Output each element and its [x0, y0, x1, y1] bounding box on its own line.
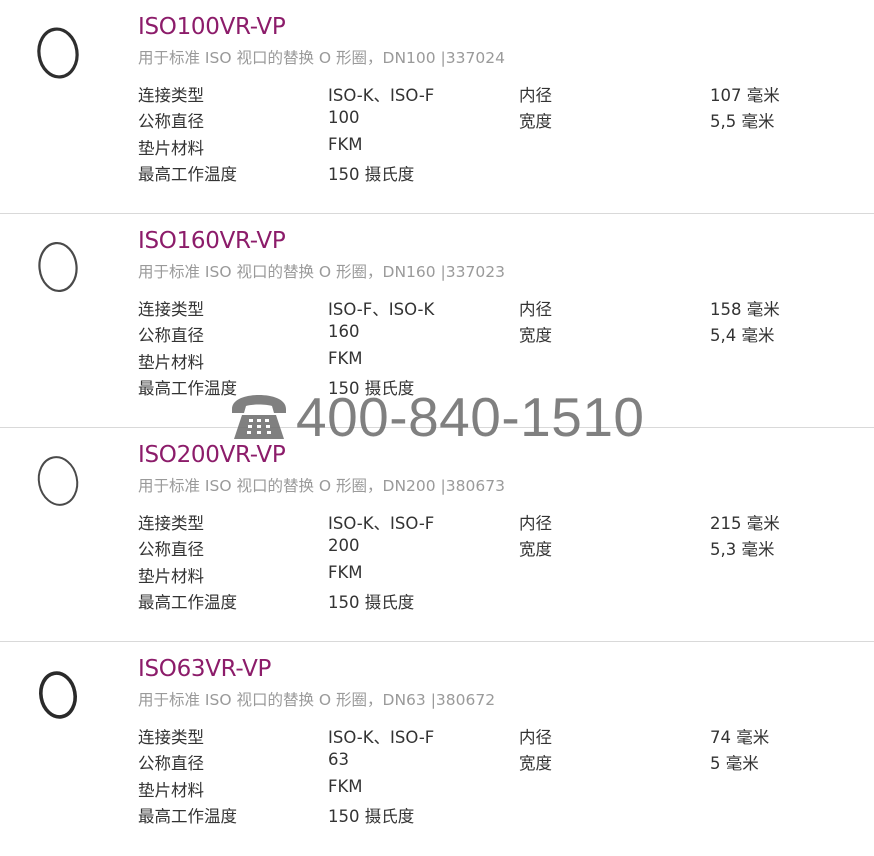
spec-row: 垫片材料 FKM [138, 563, 838, 589]
spec-row: 公称直径 63 宽度 5 毫米 [138, 750, 838, 776]
spec-table: 连接类型 ISO-K、ISO-F 内径 215 毫米 公称直径 200 宽度 5… [138, 510, 838, 615]
spec-value: 150 摄氏度 [328, 806, 415, 826]
spec-value: 74 毫米 [710, 728, 770, 747]
spec-row: 公称直径 200 宽度 5,3 毫米 [138, 536, 838, 562]
spec-row: 最高工作温度 150 摄氏度 [138, 589, 838, 615]
spec-row: 连接类型 ISO-K、ISO-F 内径 215 毫米 [138, 510, 838, 536]
spec-value: 150 摄氏度 [328, 592, 415, 612]
spec-value: 200 [328, 536, 360, 556]
spec-value: FKM [328, 134, 363, 154]
product-title-link[interactable]: ISO63VR-VP [138, 656, 271, 682]
spec-label: 最高工作温度 [138, 378, 237, 398]
spec-label: 内径 [519, 86, 552, 105]
product-item: ISO100VR-VP 用于标准 ISO 视口的替换 O 形圈，DN100 |3… [0, 0, 874, 214]
spec-label: 宽度 [519, 326, 552, 346]
spec-row: 最高工作温度 150 摄氏度 [138, 375, 838, 401]
product-title-link[interactable]: ISO200VR-VP [138, 442, 286, 468]
spec-label: 垫片材料 [138, 566, 204, 586]
product-title-link[interactable]: ISO100VR-VP [138, 14, 286, 40]
o-ring-image[interactable] [36, 668, 80, 724]
spec-row: 公称直径 100 宽度 5,5 毫米 [138, 108, 838, 134]
product-item: ISO200VR-VP 用于标准 ISO 视口的替换 O 形圈，DN200 |3… [0, 428, 874, 642]
spec-label: 公称直径 [138, 112, 204, 132]
product-item: ISO63VR-VP 用于标准 ISO 视口的替换 O 形圈，DN63 |380… [0, 642, 874, 856]
spec-label: 连接类型 [138, 86, 204, 105]
spec-value: 158 毫米 [710, 300, 780, 319]
spec-label: 公称直径 [138, 754, 204, 774]
spec-row: 垫片材料 FKM [138, 349, 838, 375]
spec-row: 连接类型 ISO-K、ISO-F 内径 107 毫米 [138, 82, 838, 108]
spec-label: 宽度 [519, 540, 552, 560]
spec-table: 连接类型 ISO-F、ISO-K 内径 158 毫米 公称直径 160 宽度 5… [138, 296, 838, 401]
spec-label: 宽度 [519, 754, 552, 774]
spec-label: 内径 [519, 728, 552, 747]
spec-value: 107 毫米 [710, 86, 780, 105]
spec-label: 公称直径 [138, 540, 204, 560]
product-list: ISO100VR-VP 用于标准 ISO 视口的替换 O 形圈，DN100 |3… [0, 0, 874, 856]
spec-value: ISO-K、ISO-F [328, 514, 435, 533]
spec-label: 连接类型 [138, 300, 204, 319]
spec-label: 最高工作温度 [138, 806, 237, 826]
spec-row: 垫片材料 FKM [138, 777, 838, 803]
spec-label: 内径 [519, 514, 552, 533]
spec-value: FKM [328, 348, 363, 368]
spec-table: 连接类型 ISO-K、ISO-F 内径 74 毫米 公称直径 63 宽度 5 毫… [138, 724, 838, 829]
spec-row: 公称直径 160 宽度 5,4 毫米 [138, 322, 838, 348]
spec-value: 5,4 毫米 [710, 326, 775, 346]
spec-row: 最高工作温度 150 摄氏度 [138, 803, 838, 829]
spec-label: 最高工作温度 [138, 164, 237, 184]
o-ring-image[interactable] [36, 240, 80, 296]
spec-label: 垫片材料 [138, 352, 204, 372]
spec-value: 150 摄氏度 [328, 378, 415, 398]
product-subtitle: 用于标准 ISO 视口的替换 O 形圈，DN100 |337024 [138, 49, 505, 67]
spec-value: FKM [328, 776, 363, 796]
product-item: ISO160VR-VP 用于标准 ISO 视口的替换 O 形圈，DN160 |3… [0, 214, 874, 428]
spec-value: 160 [328, 322, 360, 342]
o-ring-image[interactable] [36, 454, 80, 510]
product-subtitle: 用于标准 ISO 视口的替换 O 形圈，DN160 |337023 [138, 263, 505, 281]
spec-table: 连接类型 ISO-K、ISO-F 内径 107 毫米 公称直径 100 宽度 5… [138, 82, 838, 187]
o-ring-image[interactable] [36, 26, 80, 82]
spec-value: 150 摄氏度 [328, 164, 415, 184]
spec-row: 连接类型 ISO-K、ISO-F 内径 74 毫米 [138, 724, 838, 750]
spec-value: 100 [328, 108, 360, 128]
spec-label: 宽度 [519, 112, 552, 132]
spec-value: FKM [328, 562, 363, 582]
spec-label: 垫片材料 [138, 780, 204, 800]
spec-label: 垫片材料 [138, 138, 204, 158]
spec-value: 5 毫米 [710, 754, 759, 774]
spec-row: 垫片材料 FKM [138, 135, 838, 161]
product-title-link[interactable]: ISO160VR-VP [138, 228, 286, 254]
spec-value: 5,3 毫米 [710, 540, 775, 560]
spec-value: 215 毫米 [710, 514, 780, 533]
spec-label: 连接类型 [138, 514, 204, 533]
spec-value: 63 [328, 750, 349, 770]
spec-value: ISO-K、ISO-F [328, 86, 435, 105]
spec-label: 内径 [519, 300, 552, 319]
spec-label: 最高工作温度 [138, 592, 237, 612]
spec-row: 连接类型 ISO-F、ISO-K 内径 158 毫米 [138, 296, 838, 322]
spec-row: 最高工作温度 150 摄氏度 [138, 161, 838, 187]
product-subtitle: 用于标准 ISO 视口的替换 O 形圈，DN200 |380673 [138, 477, 505, 495]
spec-value: ISO-K、ISO-F [328, 728, 435, 747]
spec-value: 5,5 毫米 [710, 112, 775, 132]
spec-label: 公称直径 [138, 326, 204, 346]
spec-value: ISO-F、ISO-K [328, 300, 435, 319]
product-subtitle: 用于标准 ISO 视口的替换 O 形圈，DN63 |380672 [138, 691, 496, 709]
spec-label: 连接类型 [138, 728, 204, 747]
